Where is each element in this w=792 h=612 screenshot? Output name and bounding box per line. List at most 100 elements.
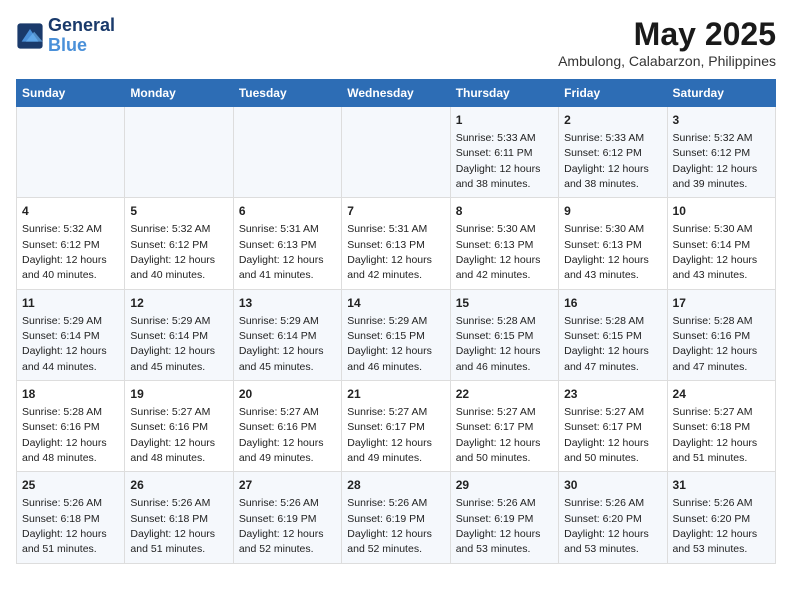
day-number: 11 xyxy=(22,295,119,312)
day-info: Sunrise: 5:29 AM Sunset: 6:14 PM Dayligh… xyxy=(239,315,324,373)
column-header-thursday: Thursday xyxy=(450,80,558,107)
column-header-sunday: Sunday xyxy=(17,80,125,107)
calendar-cell: 22 Sunrise: 5:27 AM Sunset: 6:17 PM Dayli… xyxy=(450,381,558,472)
calendar-cell xyxy=(125,107,233,198)
day-info: Sunrise: 5:26 AM Sunset: 6:18 PM Dayligh… xyxy=(22,497,107,555)
day-number: 25 xyxy=(22,477,119,494)
calendar-cell: 18 Sunrise: 5:28 AM Sunset: 6:16 PM Dayli… xyxy=(17,381,125,472)
calendar-cell: 7Sunrise: 5:31 AM Sunset: 6:13 PM Daylig… xyxy=(342,198,450,289)
logo-text: General Blue xyxy=(48,16,115,56)
calendar-cell: 2 Sunrise: 5:33 AM Sunset: 6:12 PM Daylig… xyxy=(559,107,667,198)
calendar-cell: 13 Sunrise: 5:29 AM Sunset: 6:14 PM Dayli… xyxy=(233,289,341,380)
calendar-cell: 11 Sunrise: 5:29 AM Sunset: 6:14 PM Dayli… xyxy=(17,289,125,380)
calendar-cell: 31Sunrise: 5:26 AM Sunset: 6:20 PM Dayli… xyxy=(667,472,775,563)
day-number: 8 xyxy=(456,203,553,220)
main-title: May 2025 xyxy=(558,16,776,53)
day-number: 14 xyxy=(347,295,444,312)
column-header-friday: Friday xyxy=(559,80,667,107)
day-info: Sunrise: 5:31 AM Sunset: 6:13 PM Dayligh… xyxy=(347,223,432,281)
logo-line2: Blue xyxy=(48,36,115,56)
day-info: Sunrise: 5:26 AM Sunset: 6:18 PM Dayligh… xyxy=(130,497,215,555)
day-number: 3 xyxy=(673,112,770,129)
calendar-cell xyxy=(342,107,450,198)
calendar-cell: 30 Sunrise: 5:26 AM Sunset: 6:20 PM Dayli… xyxy=(559,472,667,563)
day-number: 28 xyxy=(347,477,444,494)
calendar-cell: 9Sunrise: 5:30 AM Sunset: 6:13 PM Daylig… xyxy=(559,198,667,289)
day-info: Sunrise: 5:30 AM Sunset: 6:13 PM Dayligh… xyxy=(456,223,541,281)
calendar-cell: 28 Sunrise: 5:26 AM Sunset: 6:19 PM Dayli… xyxy=(342,472,450,563)
calendar-cell: 8 Sunrise: 5:30 AM Sunset: 6:13 PM Daylig… xyxy=(450,198,558,289)
day-info: Sunrise: 5:27 AM Sunset: 6:17 PM Dayligh… xyxy=(456,406,541,464)
day-number: 26 xyxy=(130,477,227,494)
day-info: Sunrise: 5:32 AM Sunset: 6:12 PM Dayligh… xyxy=(22,223,107,281)
day-number: 24 xyxy=(673,386,770,403)
calendar-cell: 26 Sunrise: 5:26 AM Sunset: 6:18 PM Dayli… xyxy=(125,472,233,563)
day-number: 30 xyxy=(564,477,661,494)
day-number: 4 xyxy=(22,203,119,220)
day-info: Sunrise: 5:28 AM Sunset: 6:16 PM Dayligh… xyxy=(673,315,758,373)
calendar-cell: 3 Sunrise: 5:32 AM Sunset: 6:12 PM Daylig… xyxy=(667,107,775,198)
column-header-monday: Monday xyxy=(125,80,233,107)
column-header-wednesday: Wednesday xyxy=(342,80,450,107)
day-number: 5 xyxy=(130,203,227,220)
day-info: Sunrise: 5:27 AM Sunset: 6:17 PM Dayligh… xyxy=(347,406,432,464)
logo-icon xyxy=(16,22,44,50)
day-info: Sunrise: 5:33 AM Sunset: 6:12 PM Dayligh… xyxy=(564,132,649,190)
calendar-table: SundayMondayTuesdayWednesdayThursdayFrid… xyxy=(16,79,776,564)
day-info: Sunrise: 5:26 AM Sunset: 6:20 PM Dayligh… xyxy=(564,497,649,555)
calendar-cell: 5 Sunrise: 5:32 AM Sunset: 6:12 PM Daylig… xyxy=(125,198,233,289)
calendar-cell: 14 Sunrise: 5:29 AM Sunset: 6:15 PM Dayli… xyxy=(342,289,450,380)
calendar-cell: 23 Sunrise: 5:27 AM Sunset: 6:17 PM Dayli… xyxy=(559,381,667,472)
logo: General Blue xyxy=(16,16,115,56)
day-info: Sunrise: 5:26 AM Sunset: 6:19 PM Dayligh… xyxy=(347,497,432,555)
day-info: Sunrise: 5:27 AM Sunset: 6:16 PM Dayligh… xyxy=(130,406,215,464)
day-info: Sunrise: 5:28 AM Sunset: 6:16 PM Dayligh… xyxy=(22,406,107,464)
day-number: 18 xyxy=(22,386,119,403)
calendar-cell: 12 Sunrise: 5:29 AM Sunset: 6:14 PM Dayli… xyxy=(125,289,233,380)
subtitle: Ambulong, Calabarzon, Philippines xyxy=(558,53,776,69)
title-block: May 2025 Ambulong, Calabarzon, Philippin… xyxy=(558,16,776,69)
calendar-header: SundayMondayTuesdayWednesdayThursdayFrid… xyxy=(17,80,776,107)
day-info: Sunrise: 5:29 AM Sunset: 6:15 PM Dayligh… xyxy=(347,315,432,373)
calendar-cell: 21Sunrise: 5:27 AM Sunset: 6:17 PM Dayli… xyxy=(342,381,450,472)
day-info: Sunrise: 5:27 AM Sunset: 6:17 PM Dayligh… xyxy=(564,406,649,464)
week-row-5: 25 Sunrise: 5:26 AM Sunset: 6:18 PM Dayli… xyxy=(17,472,776,563)
day-number: 23 xyxy=(564,386,661,403)
day-number: 16 xyxy=(564,295,661,312)
day-number: 13 xyxy=(239,295,336,312)
calendar-cell: 16 Sunrise: 5:28 AM Sunset: 6:15 PM Dayli… xyxy=(559,289,667,380)
day-info: Sunrise: 5:28 AM Sunset: 6:15 PM Dayligh… xyxy=(564,315,649,373)
day-number: 2 xyxy=(564,112,661,129)
calendar-cell: 4 Sunrise: 5:32 AM Sunset: 6:12 PM Daylig… xyxy=(17,198,125,289)
calendar-cell: 24 Sunrise: 5:27 AM Sunset: 6:18 PM Dayli… xyxy=(667,381,775,472)
day-info: Sunrise: 5:31 AM Sunset: 6:13 PM Dayligh… xyxy=(239,223,324,281)
calendar-cell: 10Sunrise: 5:30 AM Sunset: 6:14 PM Dayli… xyxy=(667,198,775,289)
day-number: 12 xyxy=(130,295,227,312)
day-number: 29 xyxy=(456,477,553,494)
calendar-cell xyxy=(233,107,341,198)
calendar-cell: 25 Sunrise: 5:26 AM Sunset: 6:18 PM Dayli… xyxy=(17,472,125,563)
calendar-cell: 20Sunrise: 5:27 AM Sunset: 6:16 PM Dayli… xyxy=(233,381,341,472)
week-row-4: 18 Sunrise: 5:28 AM Sunset: 6:16 PM Dayli… xyxy=(17,381,776,472)
day-info: Sunrise: 5:26 AM Sunset: 6:19 PM Dayligh… xyxy=(456,497,541,555)
day-info: Sunrise: 5:32 AM Sunset: 6:12 PM Dayligh… xyxy=(130,223,215,281)
week-row-1: 1Sunrise: 5:33 AM Sunset: 6:11 PM Daylig… xyxy=(17,107,776,198)
day-info: Sunrise: 5:28 AM Sunset: 6:15 PM Dayligh… xyxy=(456,315,541,373)
calendar-cell: 29 Sunrise: 5:26 AM Sunset: 6:19 PM Dayli… xyxy=(450,472,558,563)
header-row: SundayMondayTuesdayWednesdayThursdayFrid… xyxy=(17,80,776,107)
day-number: 27 xyxy=(239,477,336,494)
day-info: Sunrise: 5:26 AM Sunset: 6:20 PM Dayligh… xyxy=(673,497,758,555)
day-number: 22 xyxy=(456,386,553,403)
day-info: Sunrise: 5:30 AM Sunset: 6:13 PM Dayligh… xyxy=(564,223,649,281)
calendar-cell: 27 Sunrise: 5:26 AM Sunset: 6:19 PM Dayli… xyxy=(233,472,341,563)
day-number: 19 xyxy=(130,386,227,403)
day-number: 15 xyxy=(456,295,553,312)
day-info: Sunrise: 5:27 AM Sunset: 6:18 PM Dayligh… xyxy=(673,406,758,464)
day-info: Sunrise: 5:29 AM Sunset: 6:14 PM Dayligh… xyxy=(22,315,107,373)
day-info: Sunrise: 5:29 AM Sunset: 6:14 PM Dayligh… xyxy=(130,315,215,373)
column-header-saturday: Saturday xyxy=(667,80,775,107)
day-info: Sunrise: 5:26 AM Sunset: 6:19 PM Dayligh… xyxy=(239,497,324,555)
header: General Blue May 2025 Ambulong, Calabarz… xyxy=(16,16,776,69)
week-row-3: 11 Sunrise: 5:29 AM Sunset: 6:14 PM Dayli… xyxy=(17,289,776,380)
day-info: Sunrise: 5:32 AM Sunset: 6:12 PM Dayligh… xyxy=(673,132,758,190)
